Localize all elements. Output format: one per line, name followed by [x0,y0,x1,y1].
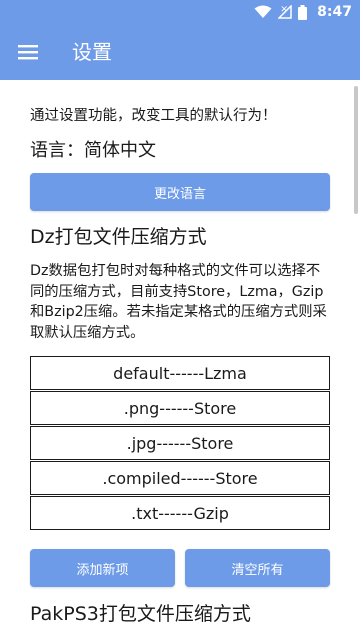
add-item-button[interactable]: 添加新项 [30,549,175,587]
menu-icon [18,45,38,60]
current-language: 语言：简体中文 [30,140,156,161]
clear-all-button[interactable]: 清空所有 [185,549,330,587]
status-icons: 8:47 [254,0,352,24]
format-item-png[interactable]: .png------Store [30,391,330,425]
pak-section-title: PakPS3打包文件压缩方式 [30,603,251,625]
page-title: 设置 [72,40,112,64]
app-bar: 设置 [0,24,360,80]
status-bar: 8:47 [0,0,360,24]
dz-section-description: Dz数据包打包时对每种格式的文件可以选择不同的压缩方式，目前支持Store，Lz… [30,263,327,341]
intro-text: 通过设置功能，改变工具的默认行为！ [30,108,277,124]
format-item-jpg[interactable]: .jpg------Store [30,426,330,460]
format-item-compiled[interactable]: .compiled------Store [30,461,330,495]
signal-off-icon [278,5,292,19]
status-time: 8:47 [317,4,352,20]
format-list: default------Lzma .png------Store .jpg--… [30,356,330,531]
wifi-icon [254,5,272,18]
dz-section-title: Dz打包文件压缩方式 [30,226,207,248]
menu-button[interactable] [16,40,40,64]
format-item-default[interactable]: default------Lzma [30,356,330,390]
battery-icon [298,4,308,20]
scrollbar[interactable] [354,86,358,214]
change-language-button[interactable]: 更改语言 [30,173,330,211]
format-item-txt[interactable]: .txt------Gzip [30,496,330,530]
